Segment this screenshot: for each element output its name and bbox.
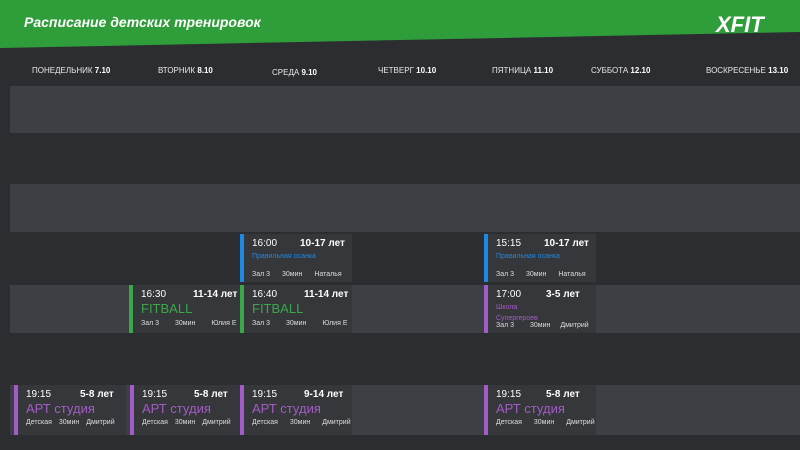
session-card[interactable]: 19:15 5-8 лет АРТ студия Детская 30мин Д…	[130, 385, 240, 435]
day-wednesday: СРЕДА 9.10	[272, 68, 318, 77]
session-time: 19:15	[142, 389, 168, 400]
session-card[interactable]: 16:00 10-17 лет Правильная осанка Зал 3 …	[240, 234, 352, 282]
session-meta: Детская 30мин Дмитрий	[252, 419, 351, 426]
session-age: 5-8 лет	[546, 389, 580, 400]
session-room: Детская	[252, 419, 278, 426]
schedule-row-band	[10, 184, 800, 232]
page-title: Расписание детских тренировок	[24, 14, 261, 30]
weekday-header: ПОНЕДЕЛЬНИК 7.10 ВТОРНИК 8.10 СРЕДА 9.10…	[0, 66, 800, 80]
xfit-logo: XFIT	[716, 12, 764, 37]
session-name: АРТ студия	[26, 401, 95, 416]
session-meta: Зал 3 30мин Дмитрий	[496, 322, 589, 329]
session-time: 16:30	[141, 289, 167, 300]
schedule-row-band	[10, 86, 800, 133]
session-time: 19:15	[496, 389, 522, 400]
day-saturday: СУББОТА 12.10	[591, 66, 651, 75]
session-time: 19:15	[252, 389, 278, 400]
session-room: Зал 3	[252, 271, 271, 278]
session-age: 3-5 лет	[546, 289, 580, 300]
session-coach: Дмитрий	[202, 419, 231, 426]
day-sunday: ВОСКРЕСЕНЬЕ 13.10	[706, 66, 789, 75]
day-thursday: ЧЕТВЕРГ 10.10	[378, 66, 437, 75]
session-duration: 30мин	[175, 320, 196, 327]
session-meta: Зал 3 30мин Наталья	[496, 271, 586, 278]
session-card[interactable]: 16:30 11-14 лет FITBALL Зал 3 30мин Юлия…	[129, 285, 240, 333]
session-name: Правильная осанка	[496, 253, 560, 260]
session-card[interactable]: 15:15 10-17 лет Правильная осанка Зал 3 …	[484, 234, 596, 282]
session-age: 5-8 лет	[80, 389, 114, 400]
day-monday: ПОНЕДЕЛЬНИК 7.10	[32, 66, 111, 75]
session-duration: 30мин	[530, 322, 551, 329]
session-coach: Юлия Е	[322, 320, 348, 327]
session-name: АРТ студия	[496, 401, 565, 416]
session-meta: Зал 3 30мин Юлия Е	[141, 320, 236, 327]
session-meta: Детская 30мин Дмитрий	[142, 419, 231, 426]
session-duration: 30мин	[174, 419, 196, 426]
session-age: 5-8 лет	[194, 389, 228, 400]
schedule-row-band	[10, 385, 800, 435]
session-room: Зал 3	[141, 320, 160, 327]
session-room: Зал 3	[496, 271, 515, 278]
session-meta: Зал 3 30мин Наталья	[252, 271, 342, 278]
session-duration: 30мин	[58, 419, 80, 426]
session-coach: Наталья	[314, 271, 342, 278]
session-room: Зал 3	[496, 322, 515, 329]
session-coach: Юлия Е	[211, 320, 237, 327]
session-age: 10-17 лет	[544, 238, 589, 249]
session-coach: Дмитрий	[560, 322, 589, 329]
session-duration: 30мин	[289, 419, 311, 426]
session-name: АРТ студия	[252, 401, 321, 416]
session-duration: 30мин	[282, 271, 303, 278]
day-tuesday: ВТОРНИК 8.10	[158, 66, 213, 75]
session-room: Детская	[26, 419, 52, 426]
session-coach: Дмитрий	[322, 419, 351, 426]
session-card[interactable]: 17:00 3-5 лет Школа Супергероев Зал 3 30…	[484, 285, 596, 333]
session-card[interactable]: 16:40 11-14 лет FITBALL Зал 3 30мин Юлия…	[240, 285, 352, 333]
session-time: 16:00	[252, 238, 278, 249]
session-time: 15:15	[496, 238, 522, 249]
session-card[interactable]: 19:15 9-14 лет АРТ студия Детская 30мин …	[240, 385, 352, 435]
session-duration: 30мин	[533, 419, 555, 426]
session-age: 10-17 лет	[300, 238, 345, 249]
session-age: 11-14 лет	[304, 289, 349, 300]
session-room: Зал 3	[252, 320, 271, 327]
session-coach: Наталья	[558, 271, 586, 278]
session-duration: 30мин	[286, 320, 307, 327]
header-banner: Расписание детских тренировок XFIT	[0, 0, 800, 52]
session-card[interactable]: 19:15 5-8 лет АРТ студия Детская 30мин Д…	[14, 385, 126, 435]
session-duration: 30мин	[526, 271, 547, 278]
session-time: 17:00	[496, 289, 522, 300]
session-room: Детская	[142, 419, 168, 426]
day-friday: ПЯТНИЦА 11.10	[492, 66, 554, 75]
session-age: 9-14 лет	[304, 389, 344, 400]
session-name: FITBALL	[252, 301, 304, 316]
session-name: FITBALL	[141, 301, 193, 316]
session-time: 19:15	[26, 389, 52, 400]
session-age: 11-14 лет	[193, 289, 238, 300]
session-meta: Зал 3 30мин Юлия Е	[252, 320, 347, 327]
session-coach: Дмитрий	[566, 419, 595, 426]
session-room: Детская	[496, 419, 522, 426]
session-name: Школа Супергероев	[496, 304, 538, 322]
session-coach: Дмитрий	[86, 419, 115, 426]
session-name: Правильная осанка	[252, 253, 316, 260]
session-time: 16:40	[252, 289, 278, 300]
session-meta: Детская 30мин Дмитрий	[26, 419, 115, 426]
session-card[interactable]: 19:15 5-8 лет АРТ студия Детская 30мин Д…	[484, 385, 596, 435]
session-meta: Детская 30мин Дмитрий	[496, 419, 595, 426]
session-name: АРТ студия	[142, 401, 211, 416]
